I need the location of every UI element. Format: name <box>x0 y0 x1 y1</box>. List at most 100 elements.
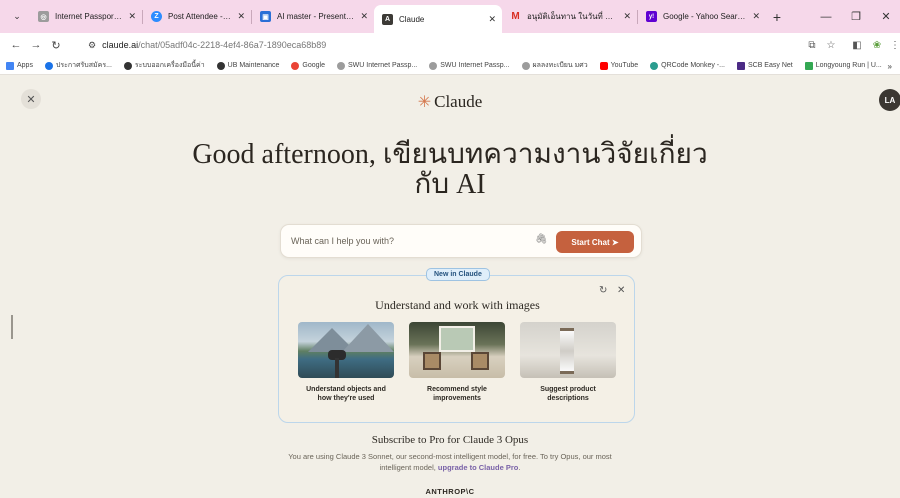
bookmark-label: QRCode Monkey -... <box>661 62 725 69</box>
bookmark-star-icon[interactable]: ☆ <box>822 33 840 57</box>
bookmark-favicon-icon <box>123 61 132 70</box>
reload-icon[interactable]: ↻ <box>46 39 66 52</box>
url-host: claude.ai <box>102 40 139 50</box>
browser-toolbar: ← → ↻ ⚙ claude.ai/chat/05adf04c-2218-4ef… <box>0 33 900 57</box>
feature-caption-line: Suggest product <box>540 386 596 393</box>
feature-item[interactable]: Recommend style improvements <box>409 322 505 403</box>
bookmark-item[interactable]: UB Maintenance <box>216 61 280 70</box>
tab-close-icon[interactable]: ✕ <box>488 14 496 25</box>
window-close-icon[interactable]: ✕ <box>872 0 900 33</box>
tab-close-icon[interactable]: ✕ <box>752 11 760 22</box>
feature-caption-line: improvements <box>433 395 481 402</box>
bookmark-favicon-icon <box>650 61 659 70</box>
bookmark-item[interactable]: Longyoung Run | U... <box>804 61 882 70</box>
feature-caption: Understand objects and how they're used <box>298 385 394 403</box>
browser-menu-icon[interactable]: ⋮ <box>886 33 900 57</box>
youtube-icon <box>599 61 608 70</box>
apps-grid-icon <box>6 61 14 70</box>
tab-favicon-icon: ◎ <box>38 11 49 22</box>
bookmark-google[interactable]: Google <box>291 61 325 70</box>
feature-item[interactable]: Understand objects and how they're used <box>298 322 394 403</box>
new-tab-button[interactable]: + <box>766 9 788 25</box>
browser-tab[interactable]: M อนุมัติเอ็นทาน ในวันที่ 5 ม.ย. 6 ✕ <box>502 4 637 30</box>
upgrade-link[interactable]: upgrade to Claude Pro <box>438 463 518 472</box>
bookmark-label: YouTube <box>610 62 639 69</box>
tab-title: อนุมัติเอ็นทาน ในวันที่ 5 ม.ย. 6 <box>527 12 617 21</box>
address-bar[interactable]: ⚙ claude.ai/chat/05adf04c-2218-4ef4-86a7… <box>80 35 800 55</box>
bookmark-label: Google <box>302 62 325 69</box>
bookmark-favicon-icon <box>429 61 438 70</box>
url-path: /chat/05adf04c-2218-4ef4-86a7-1890eca68b… <box>138 40 327 50</box>
greeting-heading: Good afternoon, เขียนบทความงานวิจัยเกี่ย… <box>192 139 708 200</box>
tab-favicon-icon: Z <box>151 11 162 22</box>
tab-title: Internet Passport: ระบบยืนย่ <box>55 12 122 21</box>
bookmark-item[interactable]: ระบบออกเครื่องมือนี้ค่า <box>123 60 205 71</box>
tab-title: Google - Yahoo Search Re <box>663 12 746 21</box>
yahoo-icon: y! <box>646 11 657 22</box>
extension-icon[interactable]: ❀ <box>868 33 886 57</box>
subscribe-period: . <box>518 463 521 472</box>
bookmarks-bar: Apps ประกาศรับสมัคร... ระบบออกเครื่องมือ… <box>0 57 900 75</box>
tab-close-icon[interactable]: ✕ <box>237 11 245 22</box>
chat-input[interactable] <box>291 236 531 246</box>
feature-caption-line: Understand objects and <box>306 386 386 393</box>
tab-close-icon[interactable]: ✕ <box>360 11 368 22</box>
bookmark-favicon-icon <box>216 61 225 70</box>
forward-icon[interactable]: → <box>26 39 46 51</box>
bookmark-label: SCB Easy Net <box>747 62 793 69</box>
feature-caption: Recommend style improvements <box>409 385 505 403</box>
bookmark-label: ระบบออกเครื่องมือนี้ค่า <box>134 62 205 69</box>
claude-spark-icon: ✳ <box>417 94 432 111</box>
tab-strip: ⌄ ◎ Internet Passport: ระบบยืนย่ ✕ Z Pos… <box>0 0 900 33</box>
browser-tab[interactable]: ▣ AI master - Presentation ✕ <box>252 4 374 30</box>
paperclip-icon[interactable]: 🖇 <box>535 234 548 245</box>
refresh-icon[interactable]: ↻ <box>599 285 607 296</box>
maximize-icon[interactable]: ❐ <box>842 0 870 33</box>
feature-announcement-card: New in Claude ↻ ✕ Understand and work wi… <box>278 268 635 423</box>
bookmark-item[interactable]: SWU Internet Passp... <box>337 61 418 70</box>
minimize-icon[interactable]: — <box>812 0 840 33</box>
tab-favicon-icon: A <box>382 13 393 25</box>
bookmark-item[interactable]: SWU Internet Passp... <box>429 61 510 70</box>
bookmark-favicon-icon <box>337 61 345 70</box>
side-panel-icon[interactable]: ◧ <box>848 33 866 57</box>
bookmark-label: Apps <box>17 62 33 69</box>
bookmark-label: SWU Internet Passp... <box>440 62 510 69</box>
feature-caption-line: descriptions <box>547 395 589 402</box>
bookmark-item[interactable]: QRCode Monkey -... <box>650 61 725 70</box>
chat-input-box: 🖇 Start Chat ➤ <box>280 224 642 258</box>
bookmark-label: Longyoung Run | U... <box>815 62 882 69</box>
claude-page: ✕ LA ✳ Claude Good afternoon, เขียนบทความ… <box>0 76 900 498</box>
feature-caption-line: Recommend style <box>427 386 487 393</box>
more-bookmarks-icon[interactable]: » <box>883 57 892 74</box>
browser-tab[interactable]: Z Post Attendee - Zoom ✕ <box>143 4 251 30</box>
tab-close-icon[interactable]: ✕ <box>128 11 136 22</box>
card-close-icon[interactable]: ✕ <box>617 285 625 296</box>
bookmark-youtube[interactable]: YouTube <box>599 61 639 70</box>
bookmark-apps[interactable]: Apps <box>6 61 33 70</box>
tab-title: Claude <box>399 14 425 24</box>
bookmark-favicon-icon <box>804 61 813 70</box>
bookmark-label: UB Maintenance <box>227 62 280 69</box>
tab-title: Post Attendee - Zoom <box>168 12 231 21</box>
browser-tab[interactable]: y! Google - Yahoo Search Re ✕ <box>638 4 766 30</box>
patio-chairs-image <box>409 322 505 378</box>
bookmark-item[interactable]: ประกาศรับสมัคร... <box>44 60 112 71</box>
brand-logo: ✳ Claude <box>0 92 900 112</box>
tab-close-icon[interactable]: ✕ <box>623 11 631 22</box>
feature-item[interactable]: Suggest product descriptions <box>520 322 616 403</box>
tab-title: AI master - Presentation <box>277 12 354 21</box>
gmail-icon: M <box>511 11 520 22</box>
back-icon[interactable]: ← <box>6 39 26 51</box>
install-app-icon[interactable]: ⧉ <box>803 33 821 57</box>
bookmark-item[interactable]: ผลลงทะเบียน มศว <box>521 60 588 71</box>
bookmark-label: SWU Internet Passp... <box>348 62 418 69</box>
start-chat-button[interactable]: Start Chat ➤ <box>556 231 634 253</box>
brand-name: Claude <box>434 92 483 111</box>
browser-tab[interactable]: ◎ Internet Passport: ระบบยืนย่ ✕ <box>30 4 142 30</box>
browser-tab-active[interactable]: A Claude ✕ <box>374 5 502 33</box>
bookmark-item[interactable]: SCB Easy Net <box>736 61 793 70</box>
site-settings-icon[interactable]: ⚙ <box>88 40 96 51</box>
tab-search-icon[interactable]: ⌄ <box>4 4 30 30</box>
bookmark-favicon-icon <box>521 61 530 70</box>
